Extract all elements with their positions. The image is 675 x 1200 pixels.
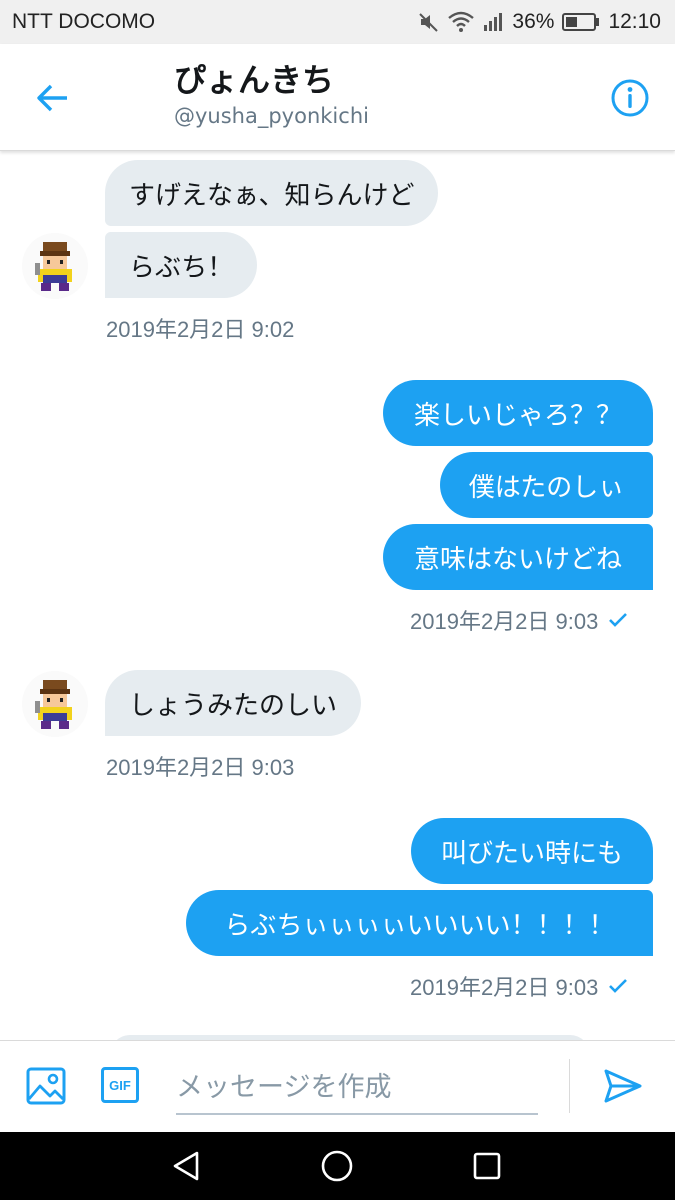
battery-percent: 36% bbox=[512, 10, 555, 33]
nav-recents-button[interactable] bbox=[465, 1144, 509, 1188]
message-bubble[interactable]: 楽しいじゃろ？？ bbox=[383, 380, 653, 446]
nav-back-button[interactable] bbox=[164, 1144, 208, 1188]
conversation-header: ぴょんきち @yusha_pyonkichi bbox=[0, 44, 675, 151]
composer-divider bbox=[569, 1059, 570, 1113]
message-timestamp: 2019年2月2日 9:03 bbox=[410, 970, 628, 1002]
image-icon bbox=[26, 1067, 66, 1105]
battery-icon bbox=[562, 12, 600, 32]
message-bubble[interactable]: 僕はたのしぃ bbox=[440, 452, 653, 518]
wifi-icon bbox=[448, 11, 475, 33]
message-composer: GIF bbox=[0, 1040, 675, 1133]
conversation-name: ぴょんきち bbox=[174, 61, 335, 99]
back-arrow-icon bbox=[37, 84, 67, 112]
send-button[interactable] bbox=[600, 1063, 646, 1109]
send-icon bbox=[604, 1069, 642, 1103]
message-bubble[interactable]: 意味はないけどね bbox=[383, 524, 653, 590]
message-bubble[interactable]: 叫びたい時にも bbox=[411, 818, 653, 884]
info-button[interactable] bbox=[608, 76, 652, 120]
message-bubble[interactable]: らぶちぃぃぃぃいいいい！！！！ bbox=[186, 890, 653, 956]
message-bubble[interactable]: しょうみたのしい bbox=[105, 670, 362, 736]
status-bar: NTT DOCOMO 36% 12:10 bbox=[0, 0, 675, 44]
info-icon bbox=[611, 79, 649, 117]
message-timestamp: 2019年2月2日 9:02 bbox=[106, 317, 295, 342]
message-bubble[interactable]: らぶち！ bbox=[105, 232, 258, 298]
gif-button[interactable]: GIF bbox=[101, 1067, 139, 1103]
message-input[interactable] bbox=[176, 1061, 538, 1115]
message-timestamp: 2019年2月2日 9:03 bbox=[410, 604, 628, 636]
message-timestamp: 2019年2月2日 9:03 bbox=[106, 755, 295, 780]
system-navigation-bar bbox=[0, 1132, 675, 1200]
read-check-icon bbox=[609, 613, 628, 627]
back-triangle-icon bbox=[173, 1151, 199, 1181]
message-thread: すげえなぁ、知らんけど らぶち！ 2019年2月2日 9:02 楽しいじゃろ？？… bbox=[0, 152, 675, 1040]
add-image-button[interactable] bbox=[26, 1066, 66, 1110]
avatar[interactable] bbox=[22, 233, 88, 299]
read-check-icon bbox=[609, 979, 628, 993]
nav-home-button[interactable] bbox=[315, 1144, 359, 1188]
carrier-label: NTT DOCOMO bbox=[12, 10, 156, 33]
conversation-handle: @yusha_pyonkichi bbox=[174, 104, 369, 128]
title-block[interactable]: ぴょんきち @yusha_pyonkichi bbox=[174, 60, 369, 128]
home-circle-icon bbox=[321, 1150, 353, 1182]
avatar[interactable] bbox=[22, 671, 88, 737]
signal-icon bbox=[482, 11, 504, 33]
mute-icon bbox=[418, 11, 440, 33]
clock: 12:10 bbox=[608, 10, 661, 33]
message-bubble[interactable]: すげえなぁ、知らんけど bbox=[105, 160, 439, 226]
recents-square-icon bbox=[473, 1152, 501, 1180]
back-button[interactable] bbox=[30, 76, 74, 120]
